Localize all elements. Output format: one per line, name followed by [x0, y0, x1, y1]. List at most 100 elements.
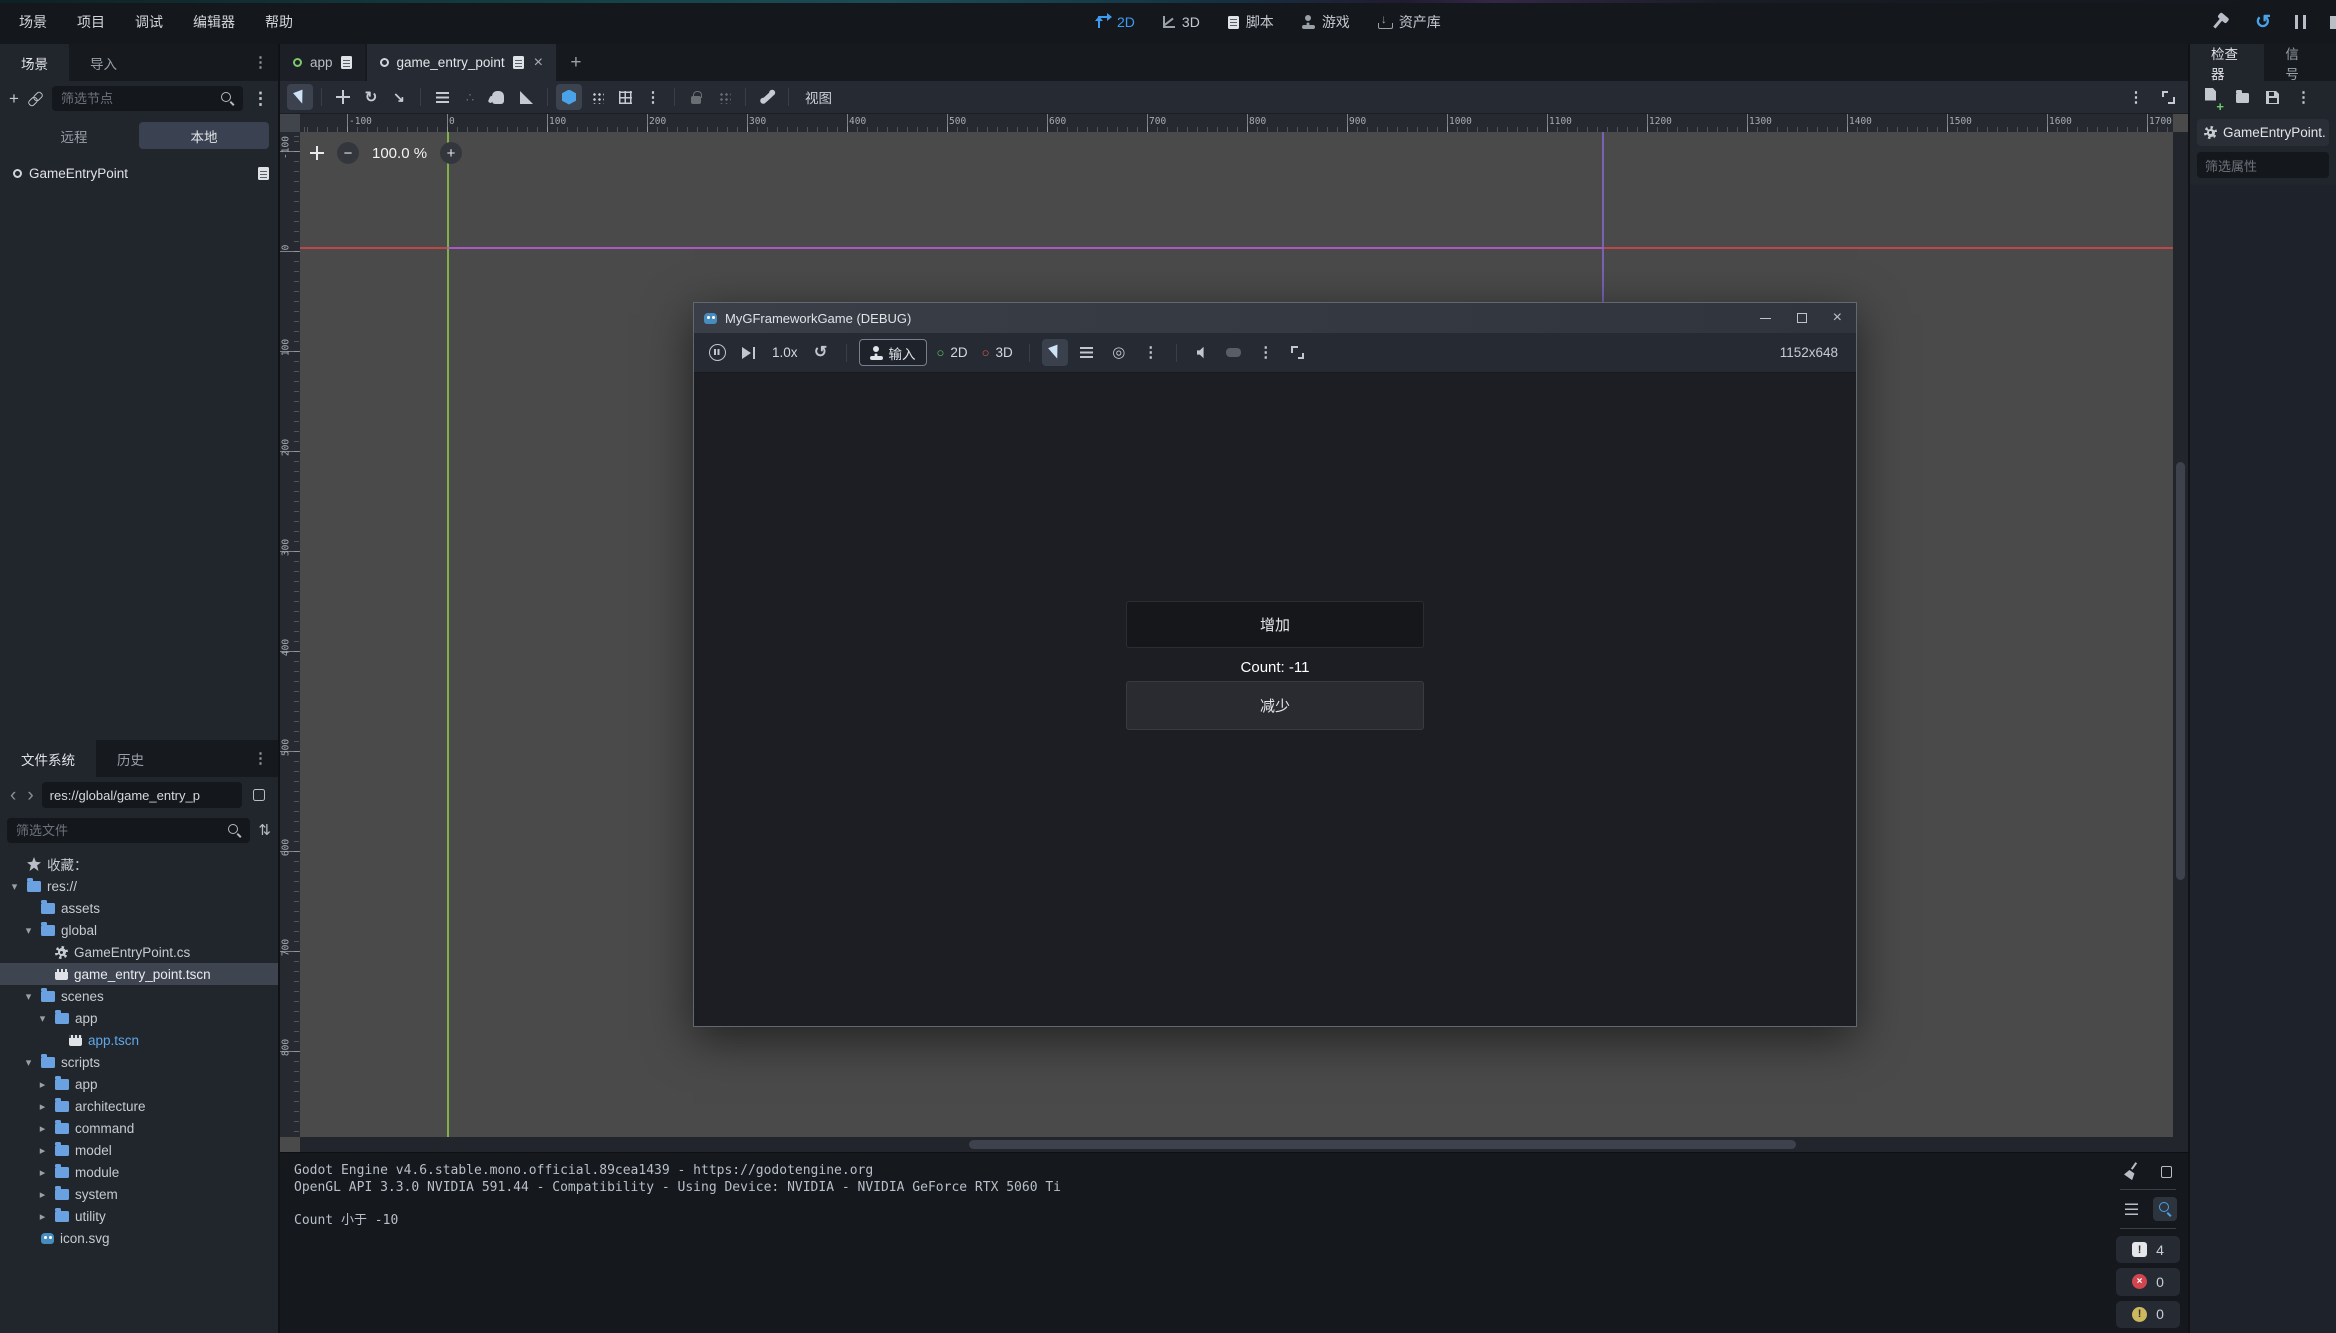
tab-signals[interactable]: 信号 — [2264, 44, 2328, 81]
inspected-node-header[interactable]: GameEntryPoint. — [2197, 119, 2329, 146]
embed-menu-button[interactable]: ⋮ — [1253, 339, 1279, 366]
scene-tab-game-entry-point[interactable]: game_entry_point × — [367, 44, 556, 81]
filter-files-input[interactable] — [7, 818, 250, 843]
forward-button[interactable]: › — [24, 786, 36, 805]
file-tree-row[interactable]: ▸ utility — [0, 1205, 278, 1227]
tree-node-root[interactable]: GameEntryPoint — [0, 161, 278, 186]
2d-viewport[interactable]: -100010020030040050060070080090010001100… — [280, 114, 2188, 1152]
3d-mode-button[interactable]: ○ 3D — [978, 339, 1017, 366]
mute-audio-button[interactable] — [1189, 339, 1215, 366]
toggle-split-mode-button[interactable] — [247, 783, 271, 807]
clear-output-button[interactable] — [2119, 1158, 2143, 1182]
snap-options-button[interactable] — [612, 84, 638, 110]
input-mode-button[interactable]: 输入 — [859, 339, 927, 366]
expander[interactable]: ▸ — [36, 1188, 49, 1201]
menu-item[interactable]: 编辑器 — [178, 0, 250, 44]
expander[interactable]: ▾ — [22, 1056, 35, 1069]
tab-filesystem[interactable]: 文件系统 — [0, 740, 96, 777]
grid-snap-button[interactable] — [584, 84, 610, 110]
game-selection-list-button[interactable] — [1074, 339, 1100, 366]
game-window-titlebar[interactable]: MyGFrameworkGame (DEBUG) × — [694, 303, 1856, 333]
zoom-level[interactable]: 100.0 % — [372, 145, 427, 162]
expander[interactable]: ▾ — [22, 990, 35, 1003]
smart-snap-button[interactable] — [556, 84, 582, 110]
file-tree-row[interactable]: ▸ command — [0, 1117, 278, 1139]
instance-scene-button[interactable] — [28, 91, 43, 106]
file-tree-row[interactable]: ▸ system — [0, 1183, 278, 1205]
snap-menu-button[interactable]: ⋮ — [640, 84, 666, 110]
message-count-badge[interactable]: ! 4 — [2116, 1236, 2180, 1263]
game-zoom-level[interactable]: 1.0x — [768, 345, 802, 360]
expander[interactable]: ▸ — [36, 1078, 49, 1091]
scale-mode-button[interactable]: ↘ — [386, 84, 412, 110]
snap-object-button[interactable]: ∴ — [457, 84, 483, 110]
file-tree-row[interactable]: ▾ scripts — [0, 1051, 278, 1073]
canvas[interactable]: − 100.0 % + MyGFrameworkGame (DEBUG) — [300, 132, 2173, 1137]
file-tree-row[interactable]: ▸ architecture — [0, 1095, 278, 1117]
tab-import[interactable]: 导入 — [69, 44, 138, 81]
file-tree-row[interactable]: ▾ global — [0, 919, 278, 941]
expander[interactable]: ▸ — [36, 1166, 49, 1179]
file-tree-row[interactable]: app.tscn — [0, 1029, 278, 1051]
menu-item[interactable]: 项目 — [62, 0, 120, 44]
workspace-button[interactable]: 游戏 — [1302, 12, 1350, 32]
center-view-icon[interactable] — [310, 146, 324, 160]
file-tree-row[interactable]: ▸ module — [0, 1161, 278, 1183]
game-select-mode-button[interactable] — [1042, 339, 1068, 366]
restart-button[interactable]: ↺ — [2255, 13, 2271, 32]
expander[interactable]: ▸ — [36, 1210, 49, 1223]
collapse-messages-button[interactable] — [2119, 1197, 2143, 1221]
minimize-icon[interactable] — [1760, 318, 1771, 319]
current-path[interactable]: res://global/game_entry_p — [42, 782, 242, 808]
dock-menu-button[interactable]: ⋮ — [243, 740, 278, 777]
file-tree-row[interactable]: ▸ app — [0, 1073, 278, 1095]
menu-item[interactable]: 场景 — [4, 0, 62, 44]
move-mode-button[interactable] — [330, 84, 356, 110]
save-resource-button[interactable] — [2266, 91, 2279, 104]
close-tab-icon[interactable]: × — [534, 55, 543, 71]
close-icon[interactable]: × — [1833, 310, 1842, 326]
rotate-mode-button[interactable]: ↻ — [358, 84, 384, 110]
zoom-out-button[interactable]: − — [337, 142, 359, 164]
2d-mode-button[interactable]: ○ 2D — [933, 339, 972, 366]
error-count-badge[interactable]: × 0 — [2116, 1268, 2180, 1295]
embed-options-button[interactable] — [1221, 339, 1247, 366]
tab-scene[interactable]: 场景 — [0, 44, 69, 81]
decrease-button[interactable]: 减少 — [1126, 681, 1424, 730]
expander[interactable]: ▸ — [36, 1144, 49, 1157]
script-icon[interactable] — [341, 56, 352, 69]
game-window[interactable]: MyGFrameworkGame (DEBUG) × 1.0x ↺ — [693, 302, 1857, 1027]
file-tree-row[interactable]: icon.svg — [0, 1227, 278, 1249]
menu-item[interactable]: 帮助 — [250, 0, 308, 44]
copy-output-button[interactable] — [2153, 1158, 2177, 1182]
workspace-button[interactable]: 2D — [1098, 14, 1135, 30]
ruler-mode-button[interactable] — [513, 84, 539, 110]
workspace-button[interactable]: 脚本 — [1228, 12, 1274, 32]
filter-nodes-input[interactable] — [52, 86, 243, 111]
file-tree-row[interactable]: 收藏： — [0, 853, 278, 875]
dock-menu-button[interactable]: ⋮ — [243, 44, 278, 81]
group-object-button[interactable] — [711, 84, 737, 110]
file-tree-row[interactable]: ▾ app — [0, 1007, 278, 1029]
skeleton-options-button[interactable] — [754, 84, 780, 110]
search-output-button[interactable] — [2153, 1197, 2177, 1221]
warning-count-badge[interactable]: ! 0 — [2116, 1301, 2180, 1328]
expander[interactable]: ▸ — [36, 1122, 49, 1135]
scrollbar-thumb[interactable] — [969, 1140, 1796, 1149]
zoom-in-button[interactable]: + — [440, 142, 462, 164]
horizontal-scrollbar[interactable] — [300, 1137, 2173, 1152]
menu-item[interactable]: 调试 — [120, 0, 178, 44]
maximize-icon[interactable] — [1797, 313, 1807, 323]
file-tree-row[interactable]: ▾ res:// — [0, 875, 278, 897]
expander[interactable]: ▾ — [22, 924, 35, 937]
filter-properties[interactable]: 筛选属性 — [2197, 152, 2329, 178]
expand-bottom-panel-button[interactable] — [2155, 84, 2181, 110]
next-frame-button[interactable] — [736, 339, 762, 366]
file-tree-row[interactable]: GameEntryPoint.cs — [0, 941, 278, 963]
tab-inspector[interactable]: 检查器 — [2190, 44, 2264, 81]
workspace-button[interactable]: 3D — [1163, 14, 1200, 30]
camera-menu-button[interactable]: ⋮ — [1138, 339, 1164, 366]
file-tree-row[interactable]: game_entry_point.tscn — [0, 963, 278, 985]
inspector-menu-button[interactable]: ⋮ — [2296, 90, 2311, 105]
pan-mode-button[interactable] — [485, 84, 511, 110]
